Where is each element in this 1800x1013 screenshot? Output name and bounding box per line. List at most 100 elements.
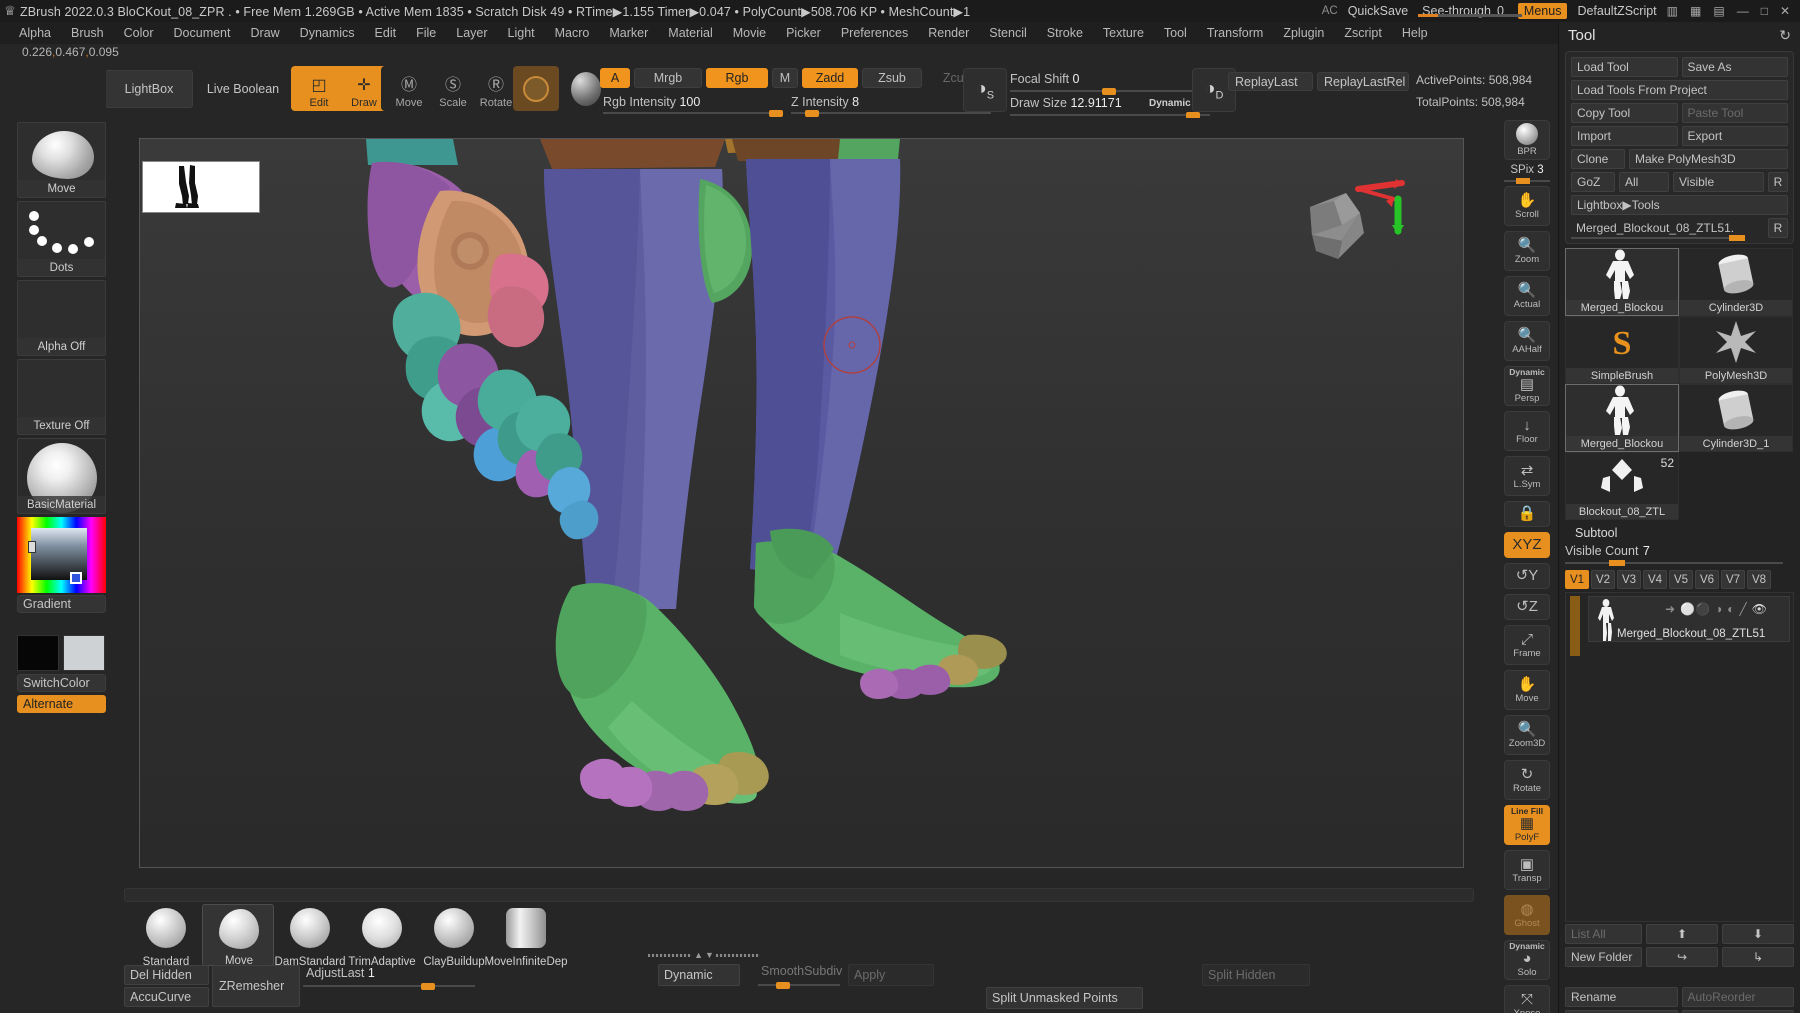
tool-thumb-cylinder3d-1[interactable]: Cylinder3D_1 — [1679, 384, 1793, 452]
material-thumbnail[interactable]: BasicMaterial — [17, 438, 106, 514]
see-through-slider[interactable]: See-through 0 — [1418, 4, 1523, 18]
stroke-thumbnail[interactable]: Dots — [17, 201, 106, 277]
split-hidden-button[interactable]: Split Hidden — [1202, 964, 1310, 986]
menu-item-tool[interactable]: Tool — [1155, 24, 1196, 42]
menu-item-transform[interactable]: Transform — [1198, 24, 1273, 42]
current-tool-r-button[interactable]: R — [1768, 218, 1788, 238]
right-shelf-xpose-button[interactable]: ⤧ Xpose — [1504, 985, 1550, 1013]
subtool-view-tab-v1[interactable]: V1 — [1565, 570, 1589, 589]
tool-thumb-simplebrush[interactable]: S SimpleBrush — [1565, 316, 1679, 384]
menu-item-marker[interactable]: Marker — [600, 24, 657, 42]
right-shelf-persp-button[interactable]: Dynamic ▤ Persp — [1504, 366, 1550, 406]
focal-shift-label[interactable]: Focal Shift 0 — [1010, 72, 1080, 86]
menu-item-light[interactable]: Light — [499, 24, 544, 42]
menu-item-preferences[interactable]: Preferences — [832, 24, 917, 42]
subtool-view-tab-v2[interactable]: V2 — [1591, 570, 1615, 589]
right-shelf-move-button[interactable]: ✋ Move — [1504, 670, 1550, 710]
subtool-brush-icon[interactable]: ╱ — [1739, 602, 1746, 616]
right-shelf-z-axis-button[interactable]: ↺Z — [1504, 594, 1550, 620]
current-alpha-slot[interactable]: Alpha Off — [17, 280, 106, 356]
zremesher-button[interactable]: ZRemesher — [212, 965, 300, 1007]
goz-button[interactable]: GoZ — [1571, 172, 1615, 192]
paste-tool-button[interactable]: Paste Tool — [1681, 103, 1788, 123]
clone-button[interactable]: Clone — [1571, 149, 1625, 169]
subtool-view-tab-v4[interactable]: V4 — [1643, 570, 1667, 589]
right-shelf-floor-button[interactable]: ↓ Floor — [1504, 411, 1550, 451]
menu-item-document[interactable]: Document — [165, 24, 240, 42]
import-button[interactable]: Import — [1571, 126, 1678, 146]
smoothsubdiv-label[interactable]: SmoothSubdiv — [761, 964, 842, 978]
reset-icon[interactable]: ↻ — [1779, 27, 1791, 44]
replay-last-rel-button[interactable]: ReplayLastRel — [1317, 72, 1409, 91]
tool-thumb-blockout-08-ztl[interactable]: 52 Blockout_08_ZTL — [1565, 452, 1679, 520]
right-shelf-lock-button[interactable]: 🔒 — [1504, 501, 1550, 527]
right-shelf-zoom3d-button[interactable]: 🔍 Zoom3D — [1504, 715, 1550, 755]
export-button[interactable]: Export — [1681, 126, 1788, 146]
copy-tool-button[interactable]: Copy Tool — [1571, 103, 1678, 123]
all-button[interactable]: All — [1619, 172, 1669, 192]
navigation-gizmo[interactable] — [1298, 179, 1408, 279]
rgb-intensity-label[interactable]: Rgb Intensity 100 — [603, 95, 700, 109]
right-shelf-rotate-button[interactable]: ↻ Rotate — [1504, 760, 1550, 800]
subtool-view-tab-v8[interactable]: V8 — [1747, 570, 1771, 589]
adjustlast-knob[interactable] — [421, 982, 435, 990]
tool-thumb-merged-blockou[interactable]: Merged_Blockou — [1565, 248, 1679, 316]
subtool-halfmoon-icon[interactable]: ◑ — [1715, 602, 1722, 616]
rgb-intensity-knob[interactable] — [769, 109, 783, 117]
color-wheel[interactable] — [17, 517, 106, 593]
draw-size-track[interactable] — [1010, 111, 1210, 119]
tool-thumb-merged-blockou[interactable]: Merged_Blockou — [1565, 384, 1679, 452]
subtool-eye-toggle-on-icon[interactable]: ⚪⚫ — [1680, 602, 1710, 616]
menu-item-dynamics[interactable]: Dynamics — [291, 24, 364, 42]
grid-icon-a[interactable]: ▥ — [1667, 4, 1678, 18]
gizmo-icon[interactable] — [1298, 179, 1408, 279]
subtool-row[interactable]: ➜ ⚪⚫ ◑ ◐ ╱ 👁 Merged_Blockout_08_ZTL51 — [1588, 596, 1790, 642]
right-shelf-zoom-button[interactable]: 🔍 Zoom — [1504, 231, 1550, 271]
primary-color-swatch[interactable] — [17, 635, 59, 671]
goz-r-button[interactable]: R — [1768, 172, 1788, 192]
menu-item-help[interactable]: Help — [1393, 24, 1437, 42]
model-render[interactable] — [140, 139, 1464, 868]
move-up-button[interactable]: ⬆ — [1646, 924, 1718, 944]
del-hidden-button[interactable]: Del Hidden — [124, 965, 209, 985]
mode-rgb-button[interactable]: Rgb — [706, 68, 768, 88]
minimize-button[interactable]: — — [1737, 4, 1749, 18]
focal-shift-knob[interactable] — [1102, 87, 1116, 95]
menu-item-picker[interactable]: Picker — [777, 24, 830, 42]
quicksave-button[interactable]: QuickSave — [1348, 4, 1408, 18]
visible-count-slider[interactable]: Visible Count 7 — [1565, 542, 1794, 566]
gradient-button[interactable]: Gradient — [17, 595, 106, 613]
subtool-move-icon[interactable]: ➜ — [1665, 602, 1675, 616]
menus-button[interactable]: Menus — [1517, 3, 1568, 19]
menu-item-render[interactable]: Render — [919, 24, 978, 42]
right-shelf-xyz-button[interactable]: XYZ — [1504, 532, 1550, 558]
switch-color-button[interactable]: SwitchColor — [17, 674, 106, 692]
split-unmasked-points-button[interactable]: Split Unmasked Points — [986, 987, 1143, 1009]
rename-button[interactable]: Rename — [1565, 987, 1678, 1007]
current-texture-slot[interactable]: Texture Off — [17, 359, 106, 435]
menu-item-texture[interactable]: Texture — [1094, 24, 1153, 42]
z-intensity-label[interactable]: Z Intensity 8 — [791, 95, 859, 109]
replay-last-button[interactable]: ReplayLast — [1228, 72, 1313, 91]
smoothsubdiv-track[interactable] — [758, 981, 840, 989]
right-shelf-aahalf-button[interactable]: 🔍 AAHalf — [1504, 321, 1550, 361]
grid-icon-b[interactable]: ▦ — [1690, 4, 1701, 18]
right-shelf-scroll-button[interactable]: ✋ Scroll — [1504, 186, 1550, 226]
menu-item-draw[interactable]: Draw — [242, 24, 289, 42]
smoothsubdiv-knob[interactable] — [776, 981, 790, 989]
merge-up-button[interactable]: ↪ — [1646, 947, 1718, 967]
subtool-list[interactable]: ➜ ⚪⚫ ◑ ◐ ╱ 👁 Merged_Blockout_08_ZTL51 — [1565, 592, 1794, 922]
make-polymesh3d-button[interactable]: Make PolyMesh3D — [1629, 149, 1788, 169]
brush-thumbnail[interactable]: Move — [17, 122, 106, 198]
maximize-button[interactable]: □ — [1761, 4, 1768, 18]
z-intensity-knob[interactable] — [805, 109, 819, 117]
mode-a-button[interactable]: A — [600, 68, 630, 88]
save-as-button[interactable]: Save As — [1681, 57, 1788, 77]
menu-item-layer[interactable]: Layer — [447, 24, 496, 42]
menu-item-material[interactable]: Material — [659, 24, 721, 42]
adjustlast-track[interactable] — [303, 982, 475, 990]
mode-zadd-button[interactable]: Zadd — [802, 68, 858, 88]
menu-item-alpha[interactable]: Alpha — [10, 24, 60, 42]
menu-item-movie[interactable]: Movie — [724, 24, 775, 42]
right-shelf-polyf-button[interactable]: Line Fill ▦ PolyF — [1504, 805, 1550, 845]
